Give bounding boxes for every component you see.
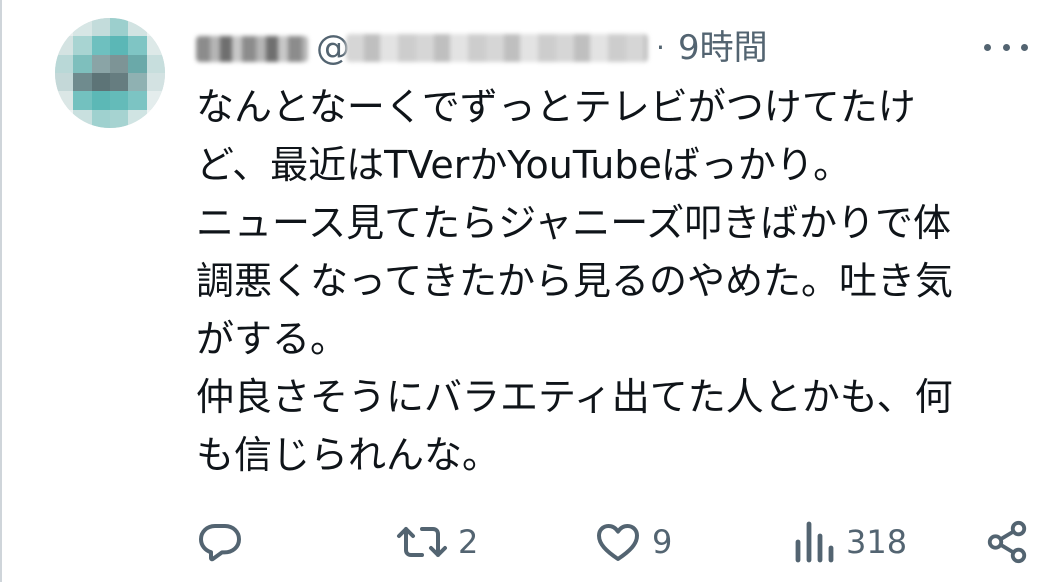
like-button[interactable]: 9 [594,512,672,572]
share-button[interactable] [984,512,1030,572]
reply-icon [199,524,241,562]
retweet-button[interactable]: 2 [396,512,478,572]
share-icon [987,520,1027,564]
tweet-text-line: ど、最近はTVerかYouTubeばっかり。 [196,143,852,187]
retweet-count: 2 [458,523,479,561]
tweet-text-line: 仲良さそうにバラエティ出てた人とかも、何 [196,375,953,419]
action-bar: 2 9 318 [196,512,1036,572]
views-count: 318 [846,523,908,561]
separator-dot: · [656,31,665,64]
handle-at: @ [316,28,350,68]
more-options-icon[interactable] [984,32,1028,62]
tweet-text-line: がする。 [196,317,349,361]
avatar[interactable] [55,18,165,128]
heart-icon [597,524,639,561]
author-handle-redacted[interactable] [346,34,648,62]
tweet-text-line: 調悪くなってきたから見るのやめた。吐き気 [196,259,953,303]
tweet-text-line: も信じられんな。 [196,433,501,477]
author-name-redacted[interactable] [196,36,308,62]
tweet-text-line: なんとなーくでずっとテレビがつけてたけ [196,85,916,129]
tweet-text-line: ニュース見てたらジャニーズ叩きばかりで体 [196,201,952,245]
tweet-text: なんとなーくでずっとテレビがつけてたけ ど、最近はTVerかYouTubeばっか… [196,78,1041,484]
retweet-icon [397,527,447,557]
views-button[interactable]: 318 [792,512,907,572]
timestamp[interactable]: 9時間 [678,26,768,70]
left-border [0,0,2,582]
tweet-header: @ · 9時間 [196,24,1036,68]
like-count: 9 [652,523,673,561]
reply-button[interactable] [196,512,244,572]
views-icon [795,521,834,563]
